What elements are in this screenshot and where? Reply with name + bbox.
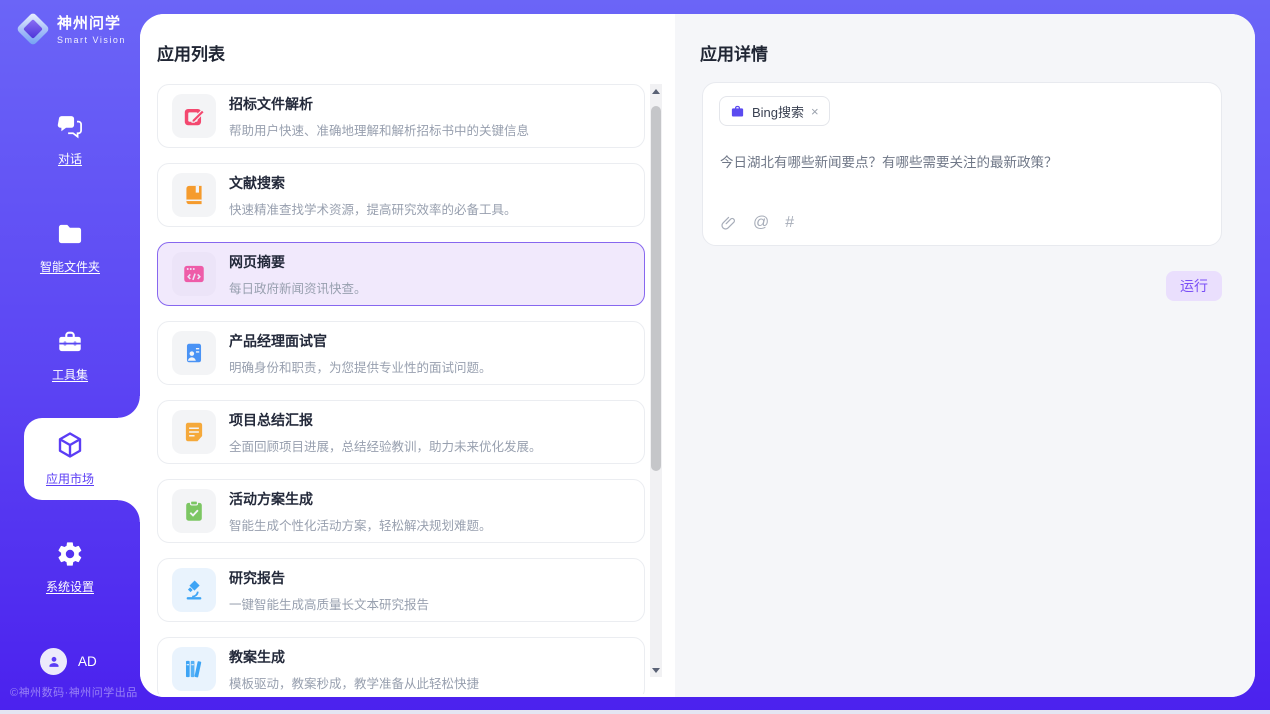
cube-icon [55,430,85,458]
app-card-title: 项目总结汇报 [229,410,542,430]
brand-name: 神州问学 [57,12,126,33]
sidebar-item-app-market[interactable]: 应用市场 [0,430,140,487]
app-card-pm-interviewer[interactable]: 产品经理面试官 明确身份和职责，为您提供专业性的面试问题。 [157,321,645,385]
app-card-lesson-plan[interactable]: 教案生成 模板驱动，教案秒成，教学准备从此轻松快捷 [157,637,645,694]
app-card-desc: 快速精准查找学术资源，提高研究效率的必备工具。 [229,199,517,218]
browser-code-icon [172,252,216,296]
app-card-literature-search[interactable]: 文献搜索 快速精准查找学术资源，提高研究效率的必备工具。 [157,163,645,227]
prompt-composer-card: Bing搜索 × 今日湖北有哪些新闻要点？有哪些需要关注的最新政策？ @ # [702,82,1222,246]
app-card-title: 产品经理面试官 [229,331,492,351]
app-card-title: 教案生成 [229,647,479,667]
diamond-logo-icon [18,14,48,44]
microscope-icon [172,568,216,612]
sidebar-item-toolset[interactable]: 工具集 [0,328,140,383]
sidebar-item-label: 工具集 [0,366,140,383]
composer-toolbar: @ # [720,214,794,232]
app-card-research-report[interactable]: 研究报告 一键智能生成高质量长文本研究报告 [157,558,645,622]
sidebar-item-label: 智能文件夹 [0,258,140,275]
user-initials: AD [78,654,97,669]
app-card-desc: 帮助用户快速、准确地理解和解析招标书中的关键信息 [229,120,529,139]
gear-icon [56,540,84,568]
app-card-desc: 每日政府新闻资讯快查。 [229,278,367,297]
chat-icon [56,112,84,140]
app-list-panel: 应用列表 招标文件解析 帮助用户快速、准确地理解和解析招标书中的关键信息 文献搜… [140,14,675,697]
folder-icon [56,220,84,248]
app-card-desc: 全面回顾项目进展，总结经验教训，助力未来优化发展。 [229,436,542,455]
app-card-title: 文献搜索 [229,173,517,193]
paperclip-icon[interactable] [720,215,737,232]
app-card-title: 活动方案生成 [229,489,492,509]
scroll-up-icon [652,89,660,94]
brand-tagline: Smart Vision [57,35,126,45]
tool-chip-label: Bing搜索 [752,102,804,121]
app-card-project-summary[interactable]: 项目总结汇报 全面回顾项目进展，总结经验教训，助力未来优化发展。 [157,400,645,464]
app-card-title: 网页摘要 [229,252,367,272]
sidebar: 神州问学 Smart Vision 对话 智能文件夹 工具集 应用市场 系统设置 [0,0,140,714]
main-window: 应用列表 招标文件解析 帮助用户快速、准确地理解和解析招标书中的关键信息 文献搜… [140,14,1255,697]
sidebar-item-smart-folder[interactable]: 智能文件夹 [0,220,140,275]
note-icon [172,410,216,454]
copyright-text: ©神州数码·神州问学出品 [10,684,138,700]
app-detail-panel: 应用详情 Bing搜索 × 今日湖北有哪些新闻要点？有哪些需要关注的最新政策？ … [675,14,1255,697]
hash-icon[interactable]: # [785,214,794,232]
app-card-title: 招标文件解析 [229,94,529,114]
scroll-down-icon [652,668,660,673]
app-card-desc: 智能生成个性化活动方案，轻松解决规划难题。 [229,515,492,534]
scrollbar-down-button[interactable] [650,663,662,677]
app-card-bid-analysis[interactable]: 招标文件解析 帮助用户快速、准确地理解和解析招标书中的关键信息 [157,84,645,148]
sidebar-item-settings[interactable]: 系统设置 [0,540,140,595]
document-edit-icon [172,94,216,138]
scrollbar-up-button[interactable] [650,84,662,98]
app-card-title: 研究报告 [229,568,429,588]
bottom-edge-strip [0,710,1270,714]
user-avatar-icon [40,648,67,675]
toolbox-icon [56,328,84,356]
scrollbar-thumb[interactable] [651,106,661,471]
tool-chip-bing-search[interactable]: Bing搜索 × [719,96,830,126]
app-list: 招标文件解析 帮助用户快速、准确地理解和解析招标书中的关键信息 文献搜索 快速精… [157,84,645,694]
app-card-event-plan[interactable]: 活动方案生成 智能生成个性化活动方案，轻松解决规划难题。 [157,479,645,543]
run-button[interactable]: 运行 [1166,271,1222,301]
interviewer-doc-icon [172,331,216,375]
app-card-desc: 一键智能生成高质量长文本研究报告 [229,594,429,613]
close-icon[interactable]: × [811,105,819,118]
books-icon [172,647,216,691]
app-card-desc: 模板驱动，教案秒成，教学准备从此轻松快捷 [229,673,479,692]
sidebar-item-label: 对话 [0,150,140,167]
brand: 神州问学 Smart Vision [18,12,126,45]
user-account[interactable]: AD [40,648,97,675]
app-detail-title: 应用详情 [700,40,768,65]
prompt-input[interactable]: 今日湖北有哪些新闻要点？有哪些需要关注的最新政策？ [720,151,1205,171]
book-icon [172,173,216,217]
app-card-web-summary[interactable]: 网页摘要 每日政府新闻资讯快查。 [157,242,645,306]
briefcase-icon [730,104,745,119]
sidebar-item-chat[interactable]: 对话 [0,112,140,167]
sidebar-item-label: 系统设置 [0,578,140,595]
app-card-desc: 明确身份和职责，为您提供专业性的面试问题。 [229,357,492,376]
sidebar-item-label: 应用市场 [0,470,140,487]
at-icon[interactable]: @ [753,214,769,232]
clipboard-check-icon [172,489,216,533]
app-list-title: 应用列表 [157,40,225,65]
